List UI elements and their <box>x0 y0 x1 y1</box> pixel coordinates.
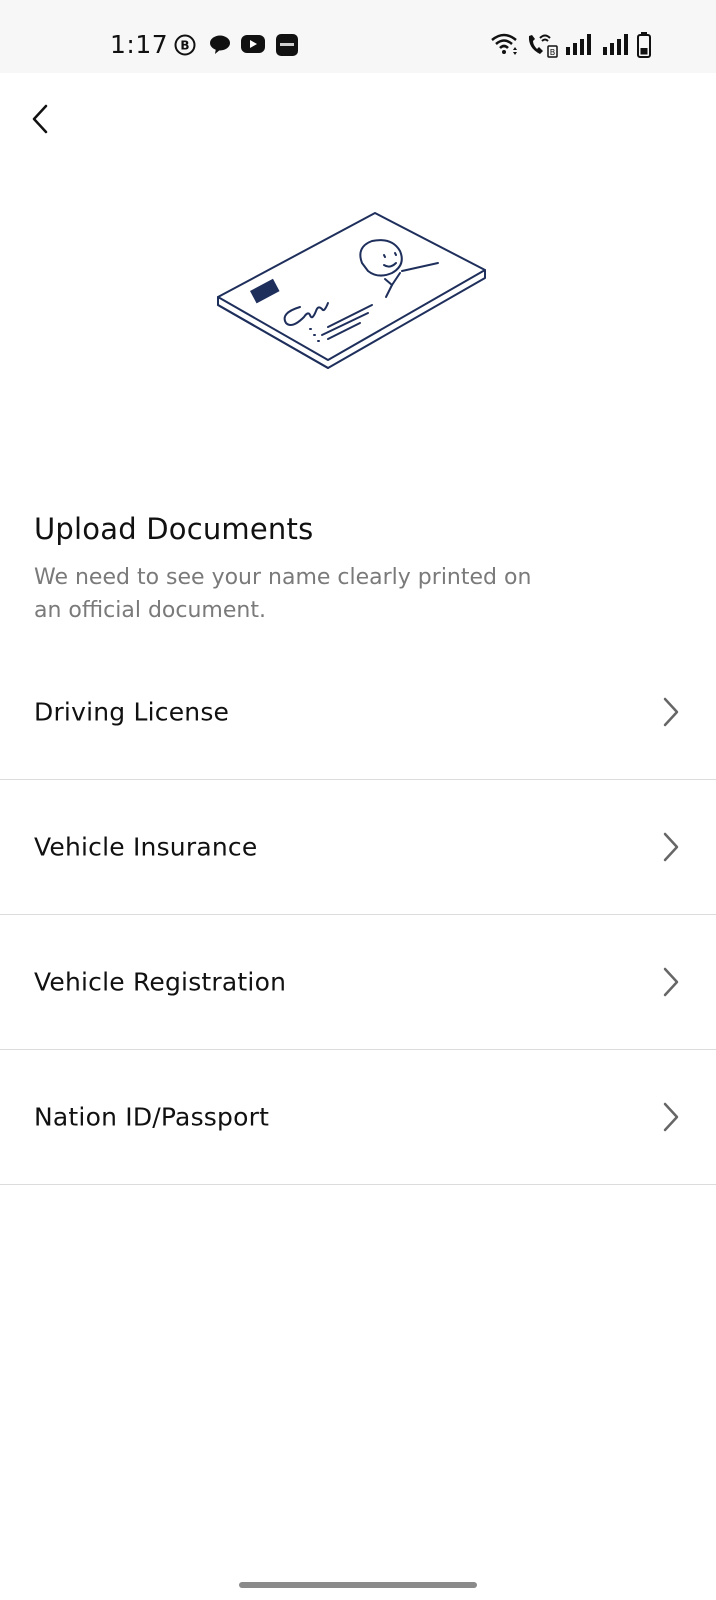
document-row-driving-license[interactable]: Driving License <box>0 645 716 780</box>
chat-bubble-icon <box>210 35 230 54</box>
chevron-left-icon <box>32 104 48 134</box>
battery-icon <box>637 32 651 58</box>
chevron-right-icon <box>663 697 679 727</box>
status-time: 1:17 <box>110 30 169 59</box>
id-card-illustration <box>217 212 486 369</box>
chevron-right-icon <box>663 1102 679 1132</box>
document-label: Vehicle Insurance <box>34 832 258 862</box>
document-row-nation-id-passport[interactable]: Nation ID/Passport <box>0 1050 716 1185</box>
signal-icon <box>603 34 628 55</box>
home-indicator[interactable] <box>239 1582 477 1588</box>
youtube-icon <box>241 35 265 53</box>
svg-text:B: B <box>550 48 556 57</box>
document-row-vehicle-registration[interactable]: Vehicle Registration <box>0 915 716 1050</box>
page-subtitle: We need to see your name clearly printed… <box>34 565 532 623</box>
status-bar: 1:17 B B <box>0 0 716 73</box>
back-button[interactable] <box>22 98 62 142</box>
document-label: Vehicle Registration <box>34 967 287 997</box>
svg-text:B: B <box>180 39 189 53</box>
signal-icon <box>566 34 591 55</box>
page-title: Upload Documents <box>34 512 314 546</box>
chevron-right-icon <box>663 967 679 997</box>
b-circle-icon: B <box>174 34 196 56</box>
wifi-call-icon: B <box>528 34 558 58</box>
wifi-icon <box>491 33 517 55</box>
document-row-vehicle-insurance[interactable]: Vehicle Insurance <box>0 780 716 915</box>
app-badge-icon <box>276 34 298 56</box>
document-label: Nation ID/Passport <box>34 1102 270 1132</box>
document-label: Driving License <box>34 697 230 727</box>
chevron-right-icon <box>663 832 679 862</box>
document-list: Driving License Vehicle Insurance Vehicl… <box>0 645 716 1185</box>
